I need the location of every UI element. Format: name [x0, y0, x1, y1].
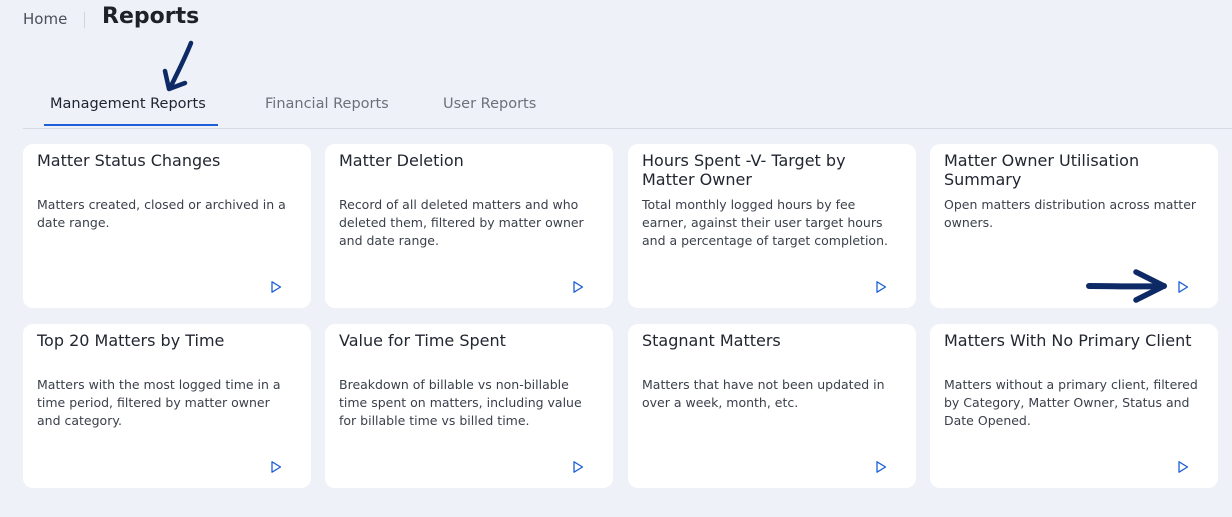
play-icon[interactable]: [571, 460, 585, 474]
report-card-description: Total monthly logged hours by fee earner…: [642, 197, 888, 248]
play-icon[interactable]: [269, 460, 283, 474]
report-card-title: Top 20 Matters by Time: [37, 331, 225, 350]
play-icon[interactable]: [269, 280, 283, 294]
report-card-title: Matters With No Primary Client: [944, 331, 1192, 350]
report-tabs: Management Reports Financial Reports Use…: [23, 88, 1232, 129]
active-tab-indicator: [44, 124, 218, 126]
report-card-description: Matters with the most logged time in a t…: [37, 377, 281, 428]
tab-user-reports[interactable]: User Reports: [443, 96, 536, 127]
report-card-title: Value for Time Spent: [339, 331, 506, 350]
report-card-matter-owner-utilisation[interactable]: Matter Owner Utilisation Summary Open ma…: [930, 144, 1218, 308]
report-card-description: Breakdown of billable vs non-billable ti…: [339, 377, 582, 428]
breadcrumb: Home Reports: [0, 0, 1232, 40]
report-card-description: Matters that have not been updated in ov…: [642, 377, 885, 410]
report-card-title: Matter Status Changes: [37, 151, 221, 170]
report-card-hours-spent-vs-target[interactable]: Hours Spent -V- Target by Matter Owner T…: [628, 144, 916, 308]
tab-financial-reports[interactable]: Financial Reports: [265, 96, 389, 127]
report-card-description: Matters without a primary client, filter…: [944, 377, 1198, 428]
page-title: Reports: [102, 4, 200, 29]
report-card-stagnant-matters[interactable]: Stagnant Matters Matters that have not b…: [628, 324, 916, 488]
report-card-title: Matter Deletion: [339, 151, 464, 170]
report-card-title: Hours Spent -V- Target by Matter Owner: [642, 151, 846, 189]
play-icon[interactable]: [1176, 280, 1190, 294]
play-icon[interactable]: [571, 280, 585, 294]
play-icon[interactable]: [874, 460, 888, 474]
play-icon[interactable]: [874, 280, 888, 294]
report-card-matter-status-changes[interactable]: Matter Status Changes Matters created, c…: [23, 144, 311, 308]
tab-management-reports[interactable]: Management Reports: [50, 96, 206, 127]
report-card-description: Open matters distribution across matter …: [944, 197, 1197, 230]
report-card-no-primary-client[interactable]: Matters With No Primary Client Matters w…: [930, 324, 1218, 488]
report-card-value-for-time-spent[interactable]: Value for Time Spent Breakdown of billab…: [325, 324, 613, 488]
report-card-description: Matters created, closed or archived in a…: [37, 197, 286, 230]
report-card-matter-deletion[interactable]: Matter Deletion Record of all deleted ma…: [325, 144, 613, 308]
breadcrumb-separator: [84, 12, 85, 28]
breadcrumb-home-link[interactable]: Home: [23, 10, 67, 28]
play-icon[interactable]: [1176, 460, 1190, 474]
report-card-top-20-matters[interactable]: Top 20 Matters by Time Matters with the …: [23, 324, 311, 488]
report-card-title: Stagnant Matters: [642, 331, 781, 350]
report-card-description: Record of all deleted matters and who de…: [339, 197, 584, 248]
report-card-title: Matter Owner Utilisation Summary: [944, 151, 1140, 189]
